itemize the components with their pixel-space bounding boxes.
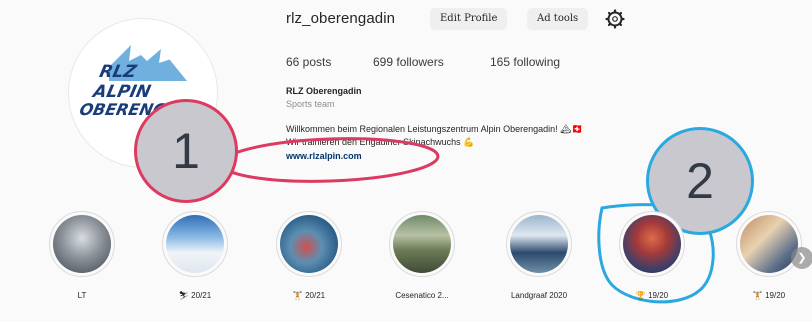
highlight-label: 🏆 19/20 [635,291,669,300]
highlight-thumbnail [740,215,798,273]
highlight-item[interactable] [276,211,342,277]
highlight-thumbnail [393,215,451,273]
highlight-label: 🏋 19/20 [752,291,786,300]
highlight-item[interactable] [162,211,228,277]
highlight-item[interactable] [389,211,455,277]
callout-1: 1 [134,99,238,203]
highlight-thumbnail [166,215,224,273]
highlight-label: ⛷ 20/21 [178,291,212,300]
highlight-item[interactable] [619,211,685,277]
highlight-thumbnail [280,215,338,273]
highlight-item[interactable] [49,211,115,277]
highlight-item[interactable] [506,211,572,277]
chevron-right-icon[interactable]: ❯ [791,247,812,269]
highlight-label: LT [77,291,87,300]
highlight-thumbnail [623,215,681,273]
highlight-label: 🏋 20/21 [292,291,326,300]
highlight-thumbnail [510,215,568,273]
highlight-thumbnail [53,215,111,273]
link-highlight-ellipse [220,137,440,183]
highlight-label: Cesenatico 2... [395,291,449,300]
highlight-item[interactable] [736,211,802,277]
highlight-label: Landgraaf 2020 [510,291,568,300]
